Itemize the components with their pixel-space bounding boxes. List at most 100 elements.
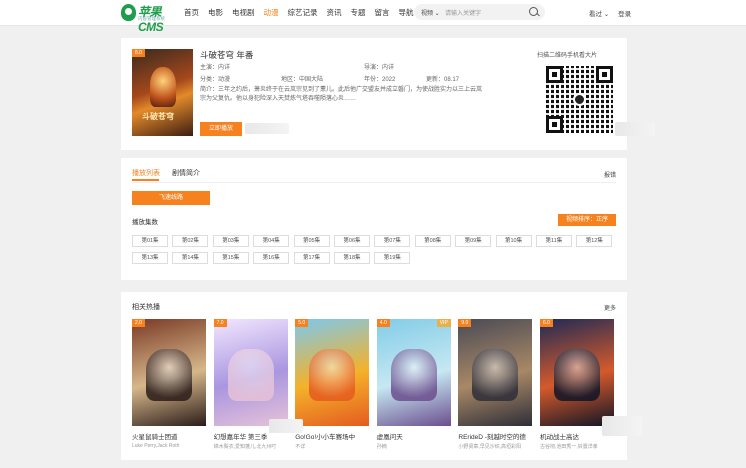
description-line-1: 简介：三年之约后，萧炎终于在云岚宗见到了薰儿。此后他广交盟友并成立磐门，为使战胜… [200, 87, 483, 93]
episode-button[interactable]: 第04集 [253, 235, 290, 247]
search-input[interactable]: 请输入关键字 [445, 8, 481, 17]
tab-divider [132, 182, 616, 183]
episode-button[interactable]: 第03集 [212, 235, 249, 247]
score-badge: 5.0 [295, 319, 309, 327]
nav-item[interactable]: 资讯 [327, 7, 342, 18]
score-badge: 4.0 [376, 319, 390, 327]
play-now-button[interactable]: 立即播放 [200, 122, 242, 136]
detail-poster[interactable]: 8.0 斗破苍穹 [132, 49, 193, 136]
related-title: 相关热播 [132, 304, 160, 311]
episode-button[interactable]: 第06集 [333, 235, 370, 247]
episode-button[interactable]: 第08集 [414, 235, 451, 247]
active-tab-indicator [132, 179, 159, 181]
episode-button[interactable]: 第17集 [293, 252, 330, 264]
related-item-title[interactable]: 虚凰问天 [377, 431, 451, 441]
qr-finder [546, 66, 563, 83]
related-poster[interactable]: 4.0 VIP [376, 319, 451, 426]
tab-synopsis[interactable]: 剧情简介 [172, 170, 200, 177]
score-badge: 9.0 [458, 319, 472, 327]
blurred-region [615, 122, 655, 136]
episode-button[interactable]: 第18集 [333, 252, 370, 264]
related-item[interactable]: 5.0 Go!Go!小小车赛场中不详 [295, 319, 370, 450]
video-title: 斗破苍穹 年番 [200, 50, 254, 60]
episode-button[interactable]: 第11集 [535, 235, 572, 247]
site-logo[interactable]: 苹果CMS 内容管理系统 [121, 3, 177, 34]
related-item-title[interactable]: Go!Go!小小车赛场中 [295, 431, 369, 441]
related-poster[interactable]: 5.0 [295, 319, 370, 426]
related-item-cast: 锦木梨衣,爱知蓬儿,北九州叮 [213, 444, 277, 450]
poster-art [227, 349, 274, 401]
episode-button[interactable]: 第13集 [132, 252, 168, 264]
search-box[interactable]: 视频 ⌄ 请输入关键字 [414, 4, 545, 20]
episode-button[interactable]: 第19集 [374, 252, 411, 264]
related-item[interactable]: 9.0 RErideD -刻越时空的德小野贤章,早见沙织,高垣彩阳 [458, 319, 533, 450]
history-link[interactable]: 看过 ⌄ [589, 11, 609, 18]
login-link[interactable]: 登录 [618, 11, 631, 18]
episode-section-label: 播放集数 [132, 219, 158, 226]
score-badge: 2.0 [132, 319, 145, 327]
episode-list: 第01集 第02集 第03集 第04集 第05集 第06集 第07集 第08集 第09集 第10集… [132, 235, 618, 269]
episode-button[interactable]: 第15集 [212, 252, 249, 264]
related-card: 相关热播 更多 2.0 火星鼠骑士团道 Luke Perry,Jack Roth 7.… [121, 292, 642, 460]
detail-card: 8.0 斗破苍穹 斗破苍穹 年番 主演：内详 导演：内详 分类：动漫 地区：中国… [121, 38, 655, 150]
tab-playlist[interactable]: 播放列表 [132, 170, 160, 177]
related-item-cast: 古谷彻,池田秀一,铃置洋孝 [539, 444, 598, 450]
score-badge: 6.0 [539, 319, 553, 327]
nav-item[interactable]: 专题 [351, 7, 366, 18]
related-item-title[interactable]: 火星鼠骑士团道 [132, 431, 206, 441]
related-item-title[interactable]: RErideD -刻越时空的德 [458, 431, 532, 441]
related-item[interactable]: 4.0 VIP 虚凰问天孙楠 [376, 319, 451, 450]
description-line-2: 宗为父复仇。他以身犯险深入天焚炼气塔吞噬陨落心炎…… [200, 96, 357, 102]
related-poster[interactable]: 7.0 [213, 319, 288, 426]
nav-item[interactable]: 留言 [375, 7, 390, 18]
play-source-button[interactable]: 飞速线路 [132, 191, 210, 205]
episode-button[interactable]: 第10集 [495, 235, 532, 247]
lead-actor: 主演：内详 [200, 65, 231, 71]
vip-badge: VIP [436, 319, 451, 327]
related-poster[interactable]: 6.0 [539, 319, 614, 426]
nav-item[interactable]: 综艺记录 [288, 7, 318, 18]
episode-button[interactable]: 第05集 [293, 235, 330, 247]
related-item[interactable]: 2.0 火星鼠骑士团道 Luke Perry,Jack Roth [132, 319, 206, 450]
episode-button[interactable]: 第12集 [576, 235, 613, 247]
related-poster[interactable]: 2.0 [132, 319, 206, 426]
report-link[interactable]: 报错 [604, 170, 616, 179]
poster-art [146, 349, 192, 401]
episode-card: 播放列表 剧情简介 报错 飞速线路 播放集数 视频排序：正序 第01集 第02集第… [121, 158, 627, 280]
related-item-cast: 不详 [295, 444, 306, 450]
episode-button[interactable]: 第07集 [374, 235, 411, 247]
search-type-select[interactable]: 视频 ⌄ [421, 8, 440, 17]
poster-art [472, 349, 519, 401]
poster-art [309, 349, 356, 401]
top-navbar: 苹果CMS 内容管理系统 首页 电影 电视剧 动漫 综艺记录 资讯 专题 留言 导航 ⌄ 视频 … [0, 0, 746, 34]
episode-button[interactable]: 第01集 [132, 235, 168, 247]
blurred-region [602, 416, 642, 436]
user-links: 看过 ⌄ 登录 [589, 8, 638, 18]
nav-item[interactable]: 电影 [208, 7, 223, 18]
poster-art [390, 349, 437, 401]
poster-figure-art [150, 67, 176, 107]
episode-button[interactable]: 第14集 [172, 252, 209, 264]
year: 年份：2022 [364, 77, 396, 83]
score-badge: 8.0 [132, 49, 145, 57]
nav-item[interactable]: 电视剧 [232, 7, 255, 18]
search-icon[interactable] [529, 7, 538, 16]
episode-button[interactable]: 第02集 [172, 235, 209, 247]
related-item-cast: 小野贤章,早见沙织,高垣彩阳 [458, 444, 522, 450]
related-poster[interactable]: 9.0 [458, 319, 533, 426]
qr-caption: 扫描二维码手机看大片 [537, 53, 598, 59]
updated: 更新：08.17 [426, 77, 460, 83]
logo-tagline: 内容管理系统 [138, 16, 165, 21]
nav-item[interactable]: 首页 [184, 7, 199, 18]
nav-item[interactable]: 动漫 [264, 7, 279, 18]
episode-button[interactable]: 第16集 [253, 252, 290, 264]
qr-logo-icon [573, 93, 586, 106]
director: 导演：内详 [364, 65, 395, 71]
poster-art [553, 349, 600, 401]
main-nav: 首页 电影 电视剧 动漫 综艺记录 资讯 专题 留言 导航 ⌄ [184, 7, 431, 18]
area: 地区：中国大陆 [281, 77, 324, 83]
sort-order-button[interactable]: 视频排序：正序 [558, 214, 616, 226]
episode-button[interactable]: 第09集 [455, 235, 492, 247]
related-item-cast: 孙楠 [376, 444, 387, 450]
more-link[interactable]: 更多 [604, 303, 616, 312]
